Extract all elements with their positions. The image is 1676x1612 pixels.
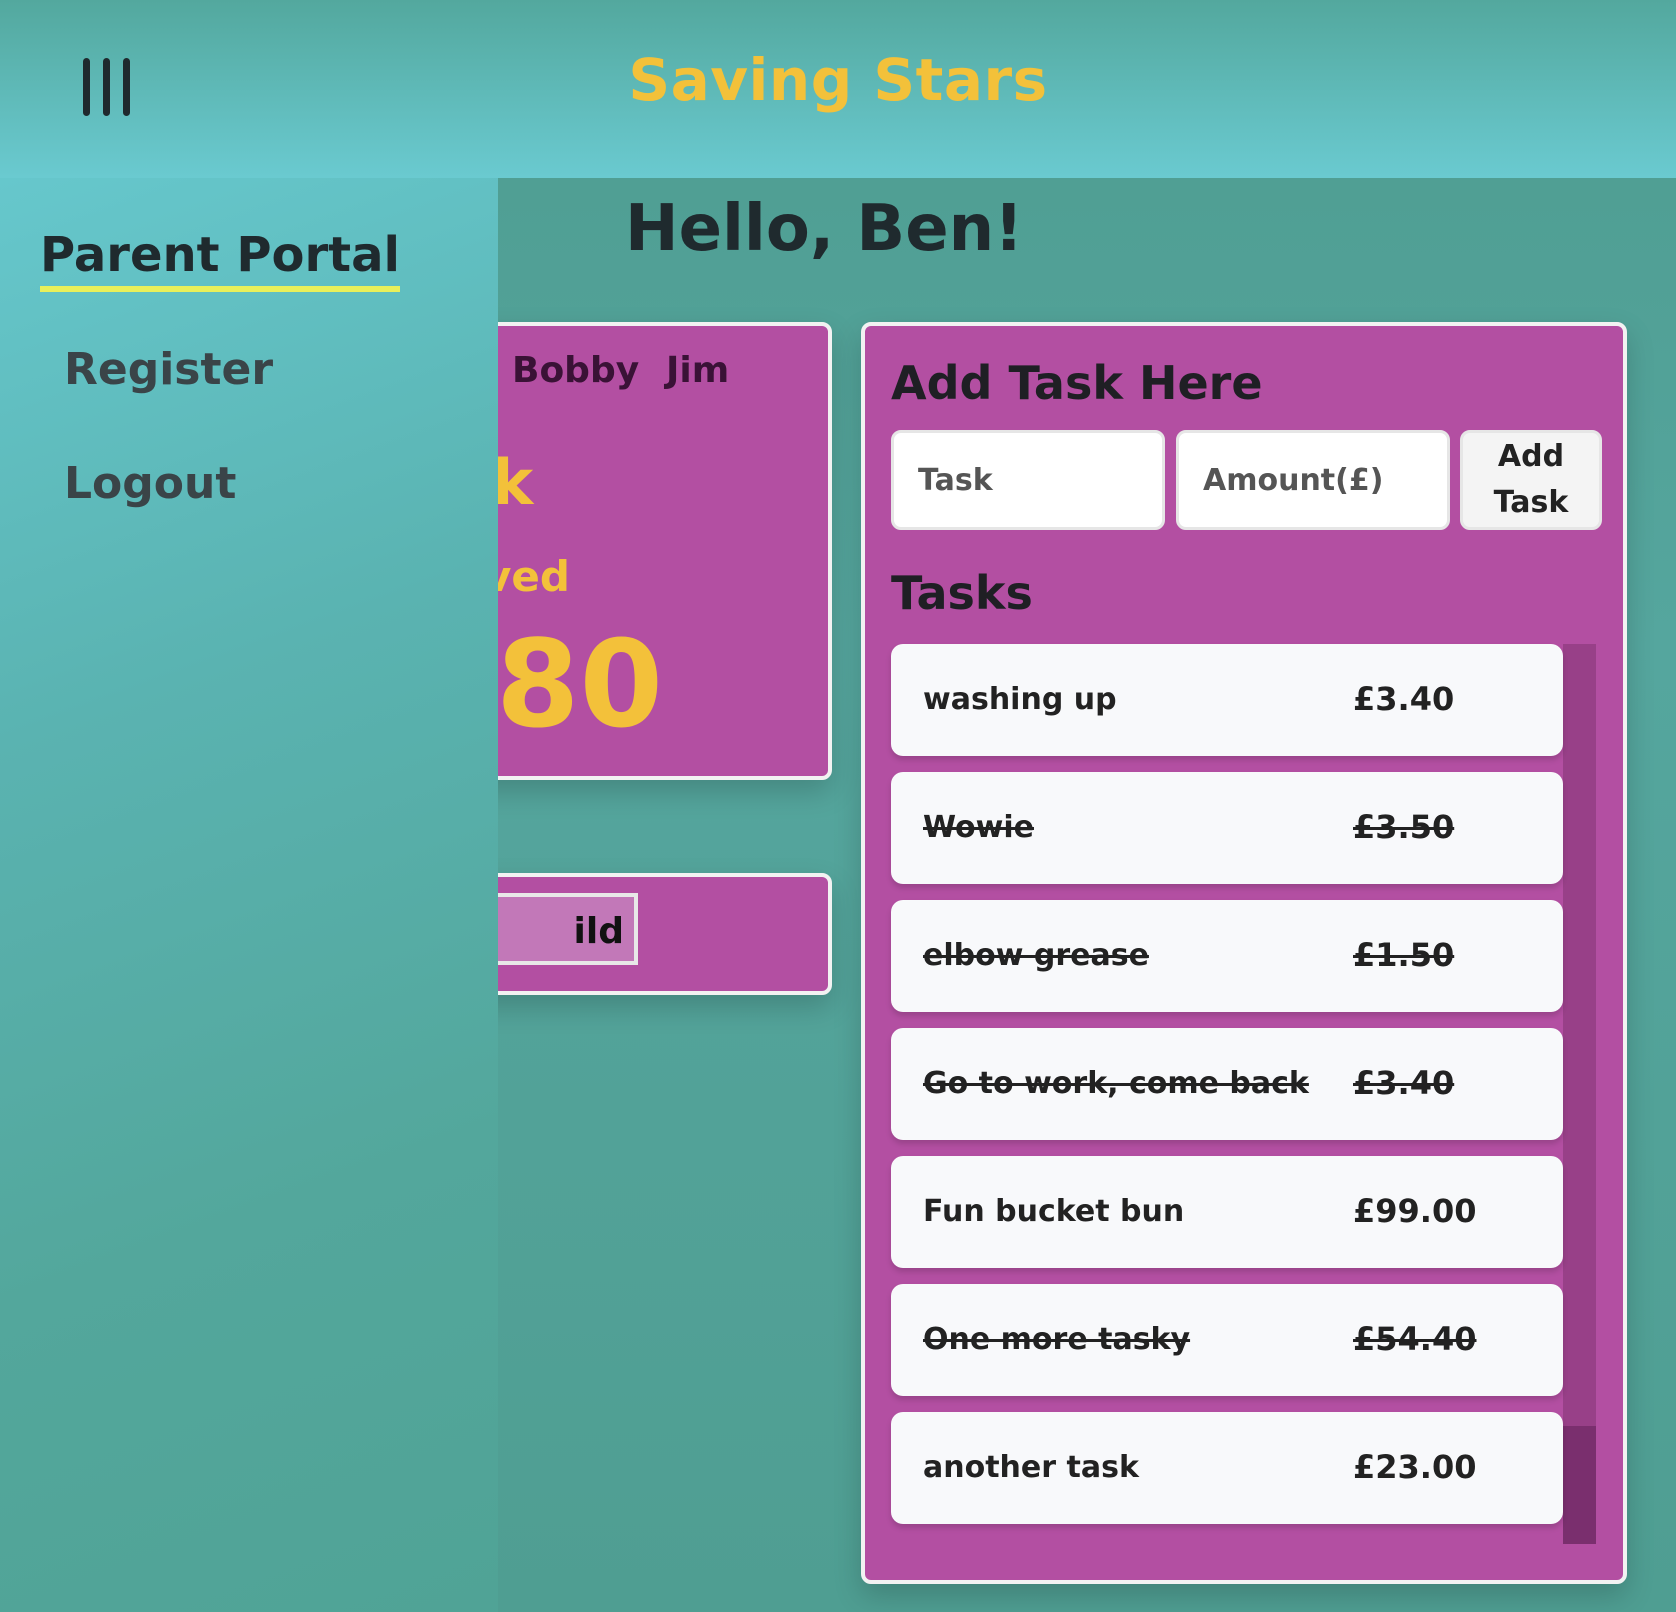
task-amount: £99.00 bbox=[1353, 1192, 1477, 1230]
task-name: another task bbox=[923, 1450, 1139, 1485]
scrollbar-track[interactable] bbox=[1563, 644, 1596, 1544]
task-name: One more tasky bbox=[923, 1322, 1191, 1357]
top-bar: Saving Stars bbox=[0, 0, 1676, 178]
task-amount: £3.40 bbox=[1353, 1064, 1455, 1102]
add-child-button-label: ild bbox=[573, 911, 624, 952]
task-amount: £1.50 bbox=[1353, 936, 1455, 974]
register-link[interactable]: Register bbox=[64, 344, 273, 395]
task-name: Wowie bbox=[923, 810, 1034, 845]
child-tab-bobby[interactable]: Bobby bbox=[512, 350, 639, 391]
add-task-title: Add Task Here bbox=[891, 356, 1263, 410]
task-name: elbow grease bbox=[923, 938, 1149, 973]
task-panel: Add Task Here Add Task Tasks washing up … bbox=[861, 322, 1627, 1584]
task-row[interactable]: One more tasky £54.40 bbox=[891, 1284, 1563, 1396]
task-name: Fun bucket bun bbox=[923, 1194, 1185, 1229]
greeting: Hello, Ben! bbox=[625, 192, 1024, 266]
task-name-input[interactable] bbox=[891, 430, 1165, 530]
task-row[interactable]: Go to work, come back £3.40 bbox=[891, 1028, 1563, 1140]
add-task-button[interactable]: Add Task bbox=[1460, 430, 1602, 530]
drawer-title: Parent Portal bbox=[40, 226, 400, 292]
app-title: Saving Stars bbox=[628, 46, 1048, 114]
task-amount: £3.40 bbox=[1353, 680, 1455, 718]
selected-child-name: k bbox=[492, 446, 534, 519]
child-tab-jim[interactable]: Jim bbox=[666, 350, 729, 391]
saved-amount: 80 bbox=[496, 616, 663, 755]
task-name: washing up bbox=[923, 682, 1117, 717]
task-list: washing up £3.40 Wowie £3.50 elbow greas… bbox=[891, 644, 1596, 1544]
task-name: Go to work, come back bbox=[923, 1066, 1309, 1101]
task-row[interactable]: washing up £3.40 bbox=[891, 644, 1563, 756]
scrollbar-thumb[interactable] bbox=[1563, 1426, 1596, 1544]
task-amount: £54.40 bbox=[1353, 1320, 1477, 1358]
task-row[interactable]: Wowie £3.50 bbox=[891, 772, 1563, 884]
navigation-drawer: Parent Portal Register Logout bbox=[0, 178, 498, 1612]
logout-link[interactable]: Logout bbox=[64, 458, 236, 509]
task-amount: £23.00 bbox=[1353, 1448, 1477, 1486]
task-amount-input[interactable] bbox=[1176, 430, 1450, 530]
task-row[interactable]: Fun bucket bun £99.00 bbox=[891, 1156, 1563, 1268]
task-row[interactable]: elbow grease £1.50 bbox=[891, 900, 1563, 1012]
task-row[interactable]: another task £23.00 bbox=[891, 1412, 1563, 1524]
task-amount: £3.50 bbox=[1353, 808, 1455, 846]
tasks-title: Tasks bbox=[891, 566, 1033, 620]
